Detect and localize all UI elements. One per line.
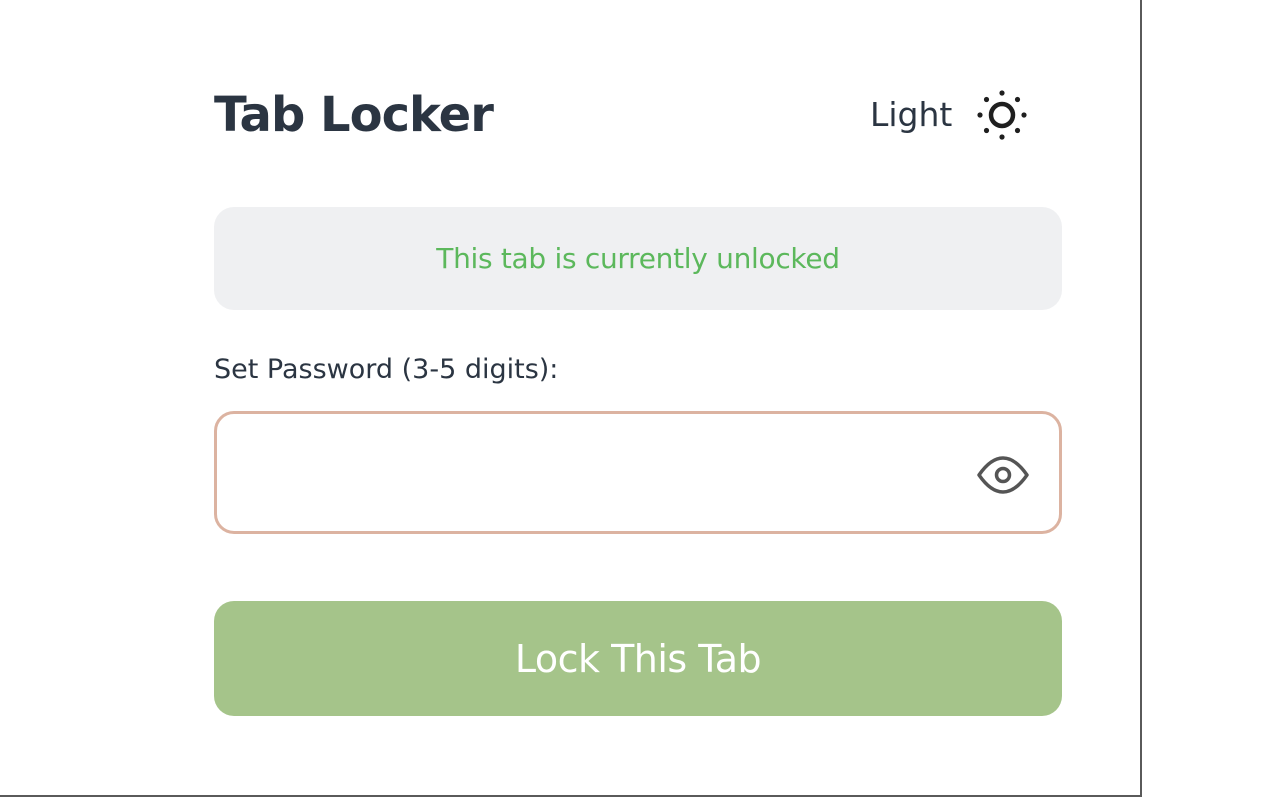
lock-status-text: This tab is currently unlocked — [436, 242, 840, 275]
theme-label: Light — [870, 95, 953, 134]
password-label: Set Password (3-5 digits): — [214, 354, 559, 385]
eye-icon[interactable] — [975, 447, 1031, 503]
status-panel: This tab is currently unlocked — [214, 207, 1062, 310]
password-input[interactable] — [241, 414, 965, 533]
theme-toggle[interactable]: Light — [870, 84, 1030, 146]
lock-tab-button[interactable]: Lock This Tab — [214, 601, 1062, 716]
app-title: Tab Locker — [214, 87, 494, 143]
password-field — [214, 411, 1062, 534]
sun-icon — [974, 87, 1030, 143]
